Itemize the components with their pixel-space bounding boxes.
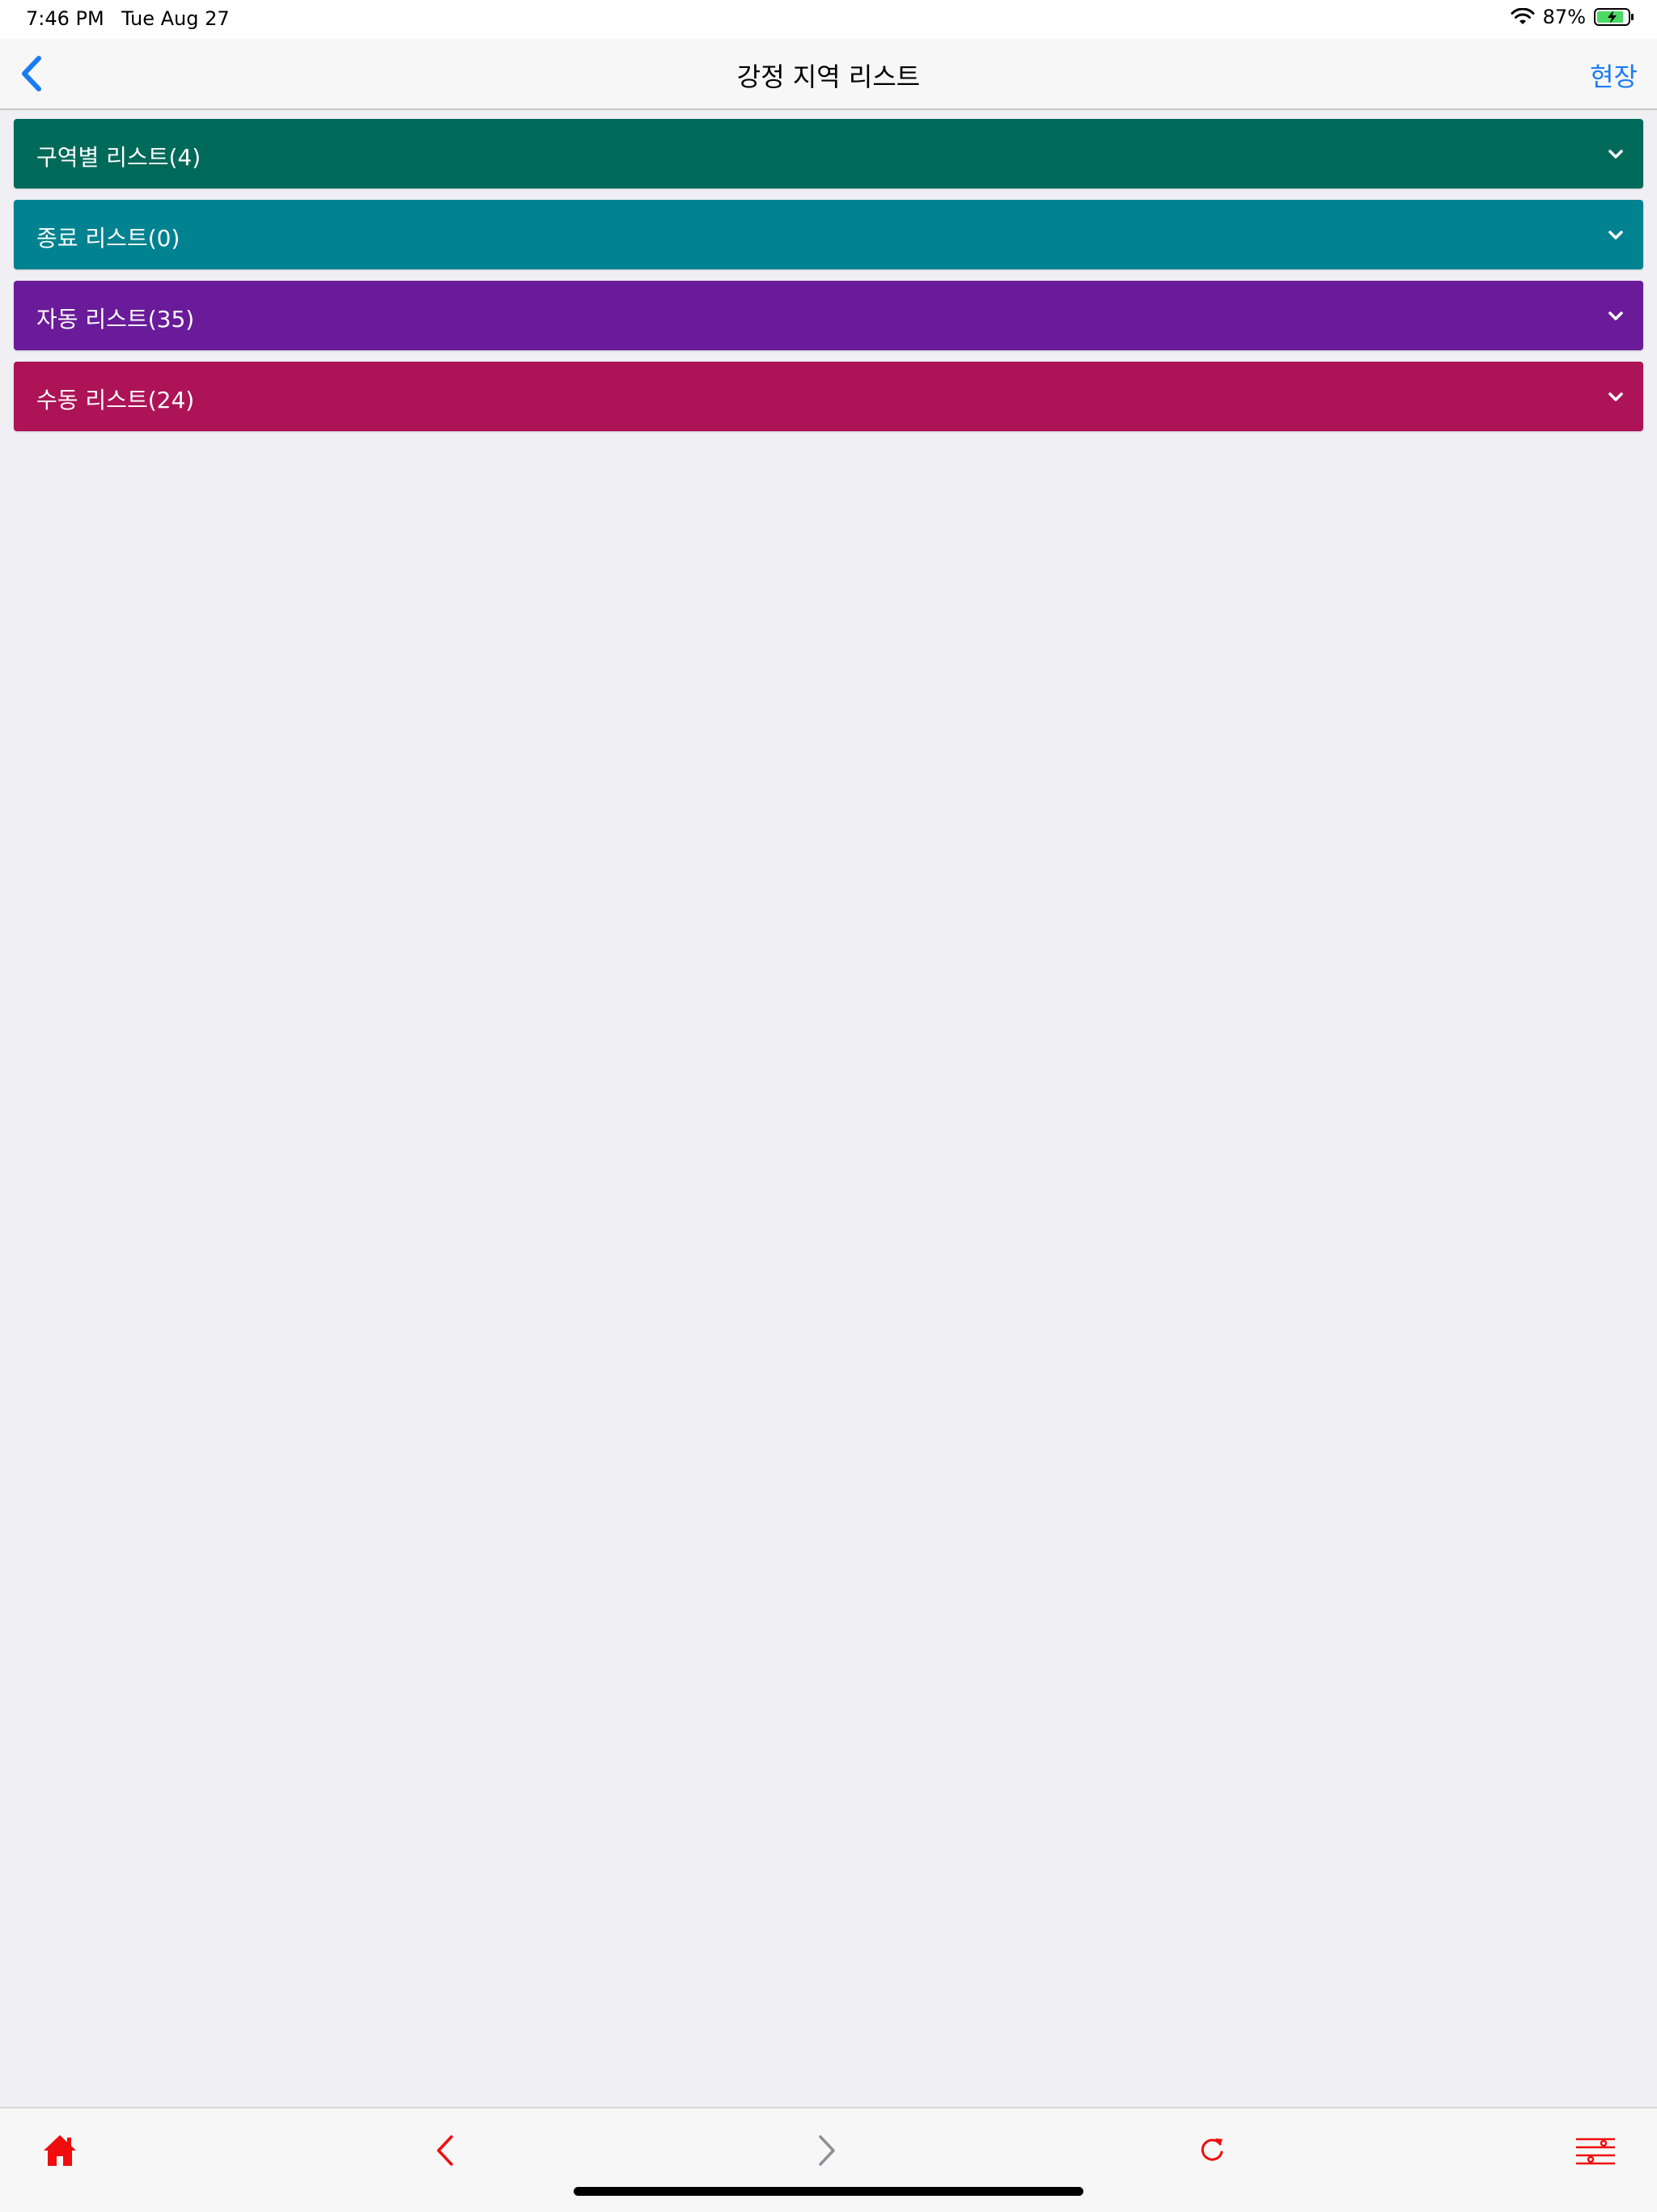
forward-arrow-icon [819, 2135, 835, 2166]
chevron-down-icon [1608, 231, 1623, 239]
refresh-button[interactable] [1189, 2128, 1235, 2173]
home-icon [44, 2135, 76, 2166]
home-indicator [574, 2187, 1083, 2196]
status-time: 7:46 PM [26, 7, 104, 30]
status-bar: 7:46 PM Tue Aug 27 87% [0, 0, 1657, 39]
section-label: 자동 리스트(35) [36, 306, 195, 333]
chevron-down-icon [1608, 150, 1623, 159]
wifi-icon [1511, 8, 1535, 26]
section-label: 구역별 리스트(4) [36, 144, 201, 171]
settings-button[interactable] [1573, 2128, 1618, 2173]
home-button[interactable] [37, 2128, 83, 2173]
forward-arrow-button[interactable] [804, 2128, 850, 2173]
back-arrow-button[interactable] [422, 2128, 468, 2173]
section-manual-list[interactable]: 수동 리스트(24) [14, 362, 1643, 431]
site-button[interactable]: 현장 [1590, 57, 1638, 94]
navigation-bar: 강정 지역 리스트 현장 [0, 39, 1657, 110]
chevron-down-icon [1608, 392, 1623, 401]
battery-percent: 87% [1542, 6, 1586, 28]
section-list: 구역별 리스트(4) 종료 리스트(0) 자동 리스트(35) 수동 리스트(2… [14, 119, 1643, 443]
section-zone-list[interactable]: 구역별 리스트(4) [14, 119, 1643, 189]
page-title: 강정 지역 리스트 [736, 61, 921, 92]
refresh-icon [1201, 2138, 1223, 2161]
section-finished-list[interactable]: 종료 리스트(0) [14, 200, 1643, 269]
status-indicators: 87% [1511, 6, 1634, 28]
chevron-down-icon [1608, 311, 1623, 320]
back-arrow-icon [437, 2135, 453, 2166]
section-label: 종료 리스트(0) [36, 225, 180, 252]
status-date: Tue Aug 27 [121, 7, 230, 30]
section-auto-list[interactable]: 자동 리스트(35) [14, 281, 1643, 350]
bottom-toolbar [0, 2107, 1657, 2212]
battery-charging-icon [1594, 7, 1634, 27]
settings-sliders-icon [1576, 2138, 1615, 2165]
section-label: 수동 리스트(24) [36, 387, 195, 413]
